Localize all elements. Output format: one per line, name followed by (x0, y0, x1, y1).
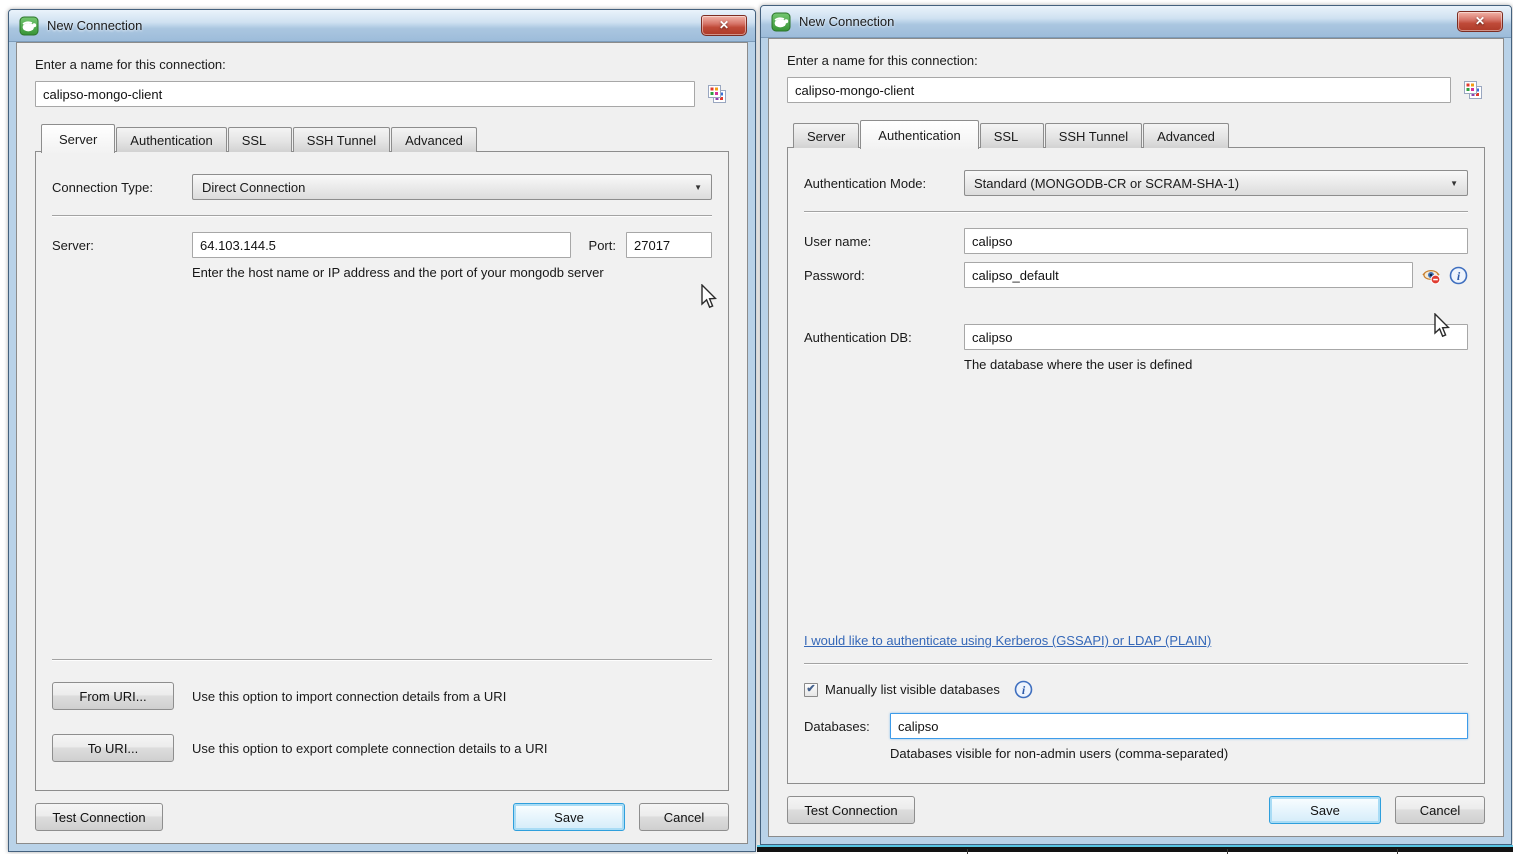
port-label: Port: (589, 238, 616, 253)
to-uri-help-text: Use this option to export complete conne… (192, 741, 548, 756)
databases-label: Databases: (804, 719, 890, 734)
new-connection-dialog-server: New Connection ✕ Enter a name for this c… (8, 9, 756, 852)
titlebar[interactable]: New Connection ✕ (9, 10, 755, 42)
save-button[interactable]: Save (1269, 796, 1381, 824)
tab-ssh-tunnel[interactable]: SSH Tunnel (293, 127, 390, 152)
connection-type-value: Direct Connection (202, 180, 688, 195)
auth-mode-select[interactable]: Standard (MONGODB-CR or SCRAM-SHA-1) ▼ (964, 170, 1468, 196)
connection-type-select[interactable]: Direct Connection ▼ (192, 174, 712, 200)
hide-password-eye-icon[interactable] (1421, 265, 1441, 285)
separator (804, 663, 1468, 665)
connection-color-icon[interactable] (704, 81, 729, 107)
auth-mode-label: Authentication Mode: (804, 176, 964, 191)
server-address-input[interactable] (192, 232, 571, 258)
new-connection-dialog-authentication: New Connection ✕ Enter a name for this c… (760, 5, 1512, 845)
tab-server[interactable]: Server (41, 124, 115, 153)
authentication-tab-pane: Authentication Mode: Standard (MONGODB-C… (787, 147, 1485, 784)
connection-name-input[interactable] (787, 77, 1451, 103)
tab-ssh-tunnel[interactable]: SSH Tunnel (1045, 123, 1142, 148)
separator (52, 659, 712, 661)
tab-bar: Server Authentication SSL SSH Tunnel Adv… (787, 120, 1485, 148)
test-connection-button[interactable]: Test Connection (787, 796, 915, 824)
tab-authentication[interactable]: Authentication (860, 120, 978, 149)
window-title: New Connection (799, 14, 894, 29)
dialog-footer: Test Connection Save Cancel (787, 796, 1485, 824)
tab-authentication[interactable]: Authentication (116, 127, 226, 152)
auth-db-help-text: The database where the user is defined (964, 357, 1468, 372)
databases-input[interactable] (890, 713, 1468, 739)
password-input[interactable] (964, 262, 1413, 288)
separator (52, 215, 712, 217)
connection-name-label: Enter a name for this connection: (35, 57, 729, 72)
kerberos-ldap-link[interactable]: I would like to authenticate using Kerbe… (804, 633, 1468, 648)
databases-help-text: Databases visible for non-admin users (c… (890, 746, 1468, 761)
checkmark-icon: ✔ (806, 684, 815, 695)
tab-ssl[interactable]: SSL (980, 123, 1044, 148)
manually-list-databases-label: Manually list visible databases (825, 682, 1000, 697)
connection-type-label: Connection Type: (52, 180, 192, 195)
databases-info-icon[interactable]: i (1014, 680, 1033, 699)
titlebar[interactable]: New Connection ✕ (761, 6, 1511, 38)
mouse-cursor (1432, 313, 1454, 342)
background-window-edge (757, 845, 1513, 852)
dialog-footer: Test Connection Save Cancel (35, 803, 729, 831)
chevron-down-icon: ▼ (1450, 179, 1458, 188)
mouse-cursor (699, 284, 721, 313)
auth-db-input[interactable] (964, 324, 1468, 350)
close-button[interactable]: ✕ (1457, 11, 1503, 32)
cancel-button[interactable]: Cancel (639, 803, 729, 831)
password-label: Password: (804, 268, 964, 283)
server-label: Server: (52, 238, 192, 253)
app-icon (771, 12, 791, 32)
dialog-body: Enter a name for this connection: Server… (768, 38, 1504, 837)
tab-advanced[interactable]: Advanced (1143, 123, 1229, 148)
from-uri-help-text: Use this option to import connection det… (192, 689, 506, 704)
auth-db-label: Authentication DB: (804, 330, 964, 345)
window-title: New Connection (47, 18, 142, 33)
chevron-down-icon: ▼ (694, 183, 702, 192)
separator (804, 211, 1468, 213)
username-input[interactable] (964, 228, 1468, 254)
save-button[interactable]: Save (513, 803, 625, 831)
connection-name-input[interactable] (35, 81, 695, 107)
tab-advanced[interactable]: Advanced (391, 127, 477, 152)
test-connection-button[interactable]: Test Connection (35, 803, 163, 831)
to-uri-button[interactable]: To URI... (52, 734, 174, 762)
tab-server[interactable]: Server (793, 123, 859, 148)
from-uri-button[interactable]: From URI... (52, 682, 174, 710)
app-icon (19, 16, 39, 36)
connection-color-icon[interactable] (1460, 77, 1485, 103)
port-input[interactable] (626, 232, 712, 258)
username-label: User name: (804, 234, 964, 249)
connection-name-label: Enter a name for this connection: (787, 53, 1485, 68)
tab-bar: Server Authentication SSL SSH Tunnel Adv… (35, 124, 729, 152)
cancel-button[interactable]: Cancel (1395, 796, 1485, 824)
server-tab-pane: Connection Type: Direct Connection ▼ Ser… (35, 151, 729, 791)
tab-ssl[interactable]: SSL (228, 127, 292, 152)
password-info-icon[interactable]: i (1449, 266, 1468, 285)
close-button[interactable]: ✕ (701, 15, 747, 36)
auth-mode-value: Standard (MONGODB-CR or SCRAM-SHA-1) (974, 176, 1444, 191)
dialog-body: Enter a name for this connection: Server… (16, 42, 748, 844)
manually-list-databases-checkbox[interactable]: ✔ (804, 683, 818, 697)
server-help-text: Enter the host name or IP address and th… (192, 265, 712, 280)
